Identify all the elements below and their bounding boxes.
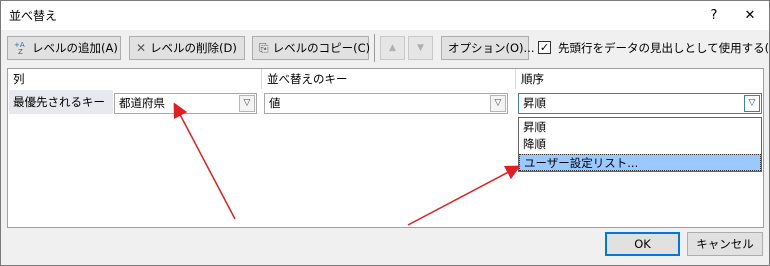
- sort-on-select-value: 値: [269, 96, 281, 110]
- title-bar: 並べ替え ? ✕: [1, 1, 769, 30]
- order-option-custom-list[interactable]: ユーザー設定リスト...: [519, 154, 761, 171]
- order-dropdown-list: 昇順 降順 ユーザー設定リスト...: [518, 117, 762, 172]
- copy-icon: ⎘: [259, 40, 269, 55]
- checkmark-icon: ✓: [539, 41, 550, 54]
- column-header: 列: [13, 72, 25, 86]
- copy-level-button[interactable]: ⎘ レベルのコピー(C): [252, 36, 371, 60]
- svg-text:Z: Z: [18, 48, 23, 54]
- sort-level-label: 最優先されるキー: [9, 90, 113, 114]
- move-down-icon: ▼: [417, 43, 424, 53]
- ok-button[interactable]: OK: [605, 232, 680, 256]
- order-select-value: 昇順: [523, 96, 546, 110]
- options-label: オプション(O)...: [448, 41, 535, 55]
- cancel-button[interactable]: キャンセル: [687, 232, 763, 256]
- chevron-down-icon[interactable]: ▽: [490, 95, 506, 112]
- sort-on-select[interactable]: 値 ▽: [264, 93, 508, 114]
- sort-dialog: 並べ替え ? ✕ +A Z レベルの追加(A) ✕ レベルの削除(D) ⎘ レベル…: [0, 0, 770, 266]
- copy-level-label: レベルのコピー(C): [272, 41, 371, 55]
- move-up-icon: ▲: [389, 43, 396, 53]
- move-down-button[interactable]: ▼: [408, 36, 433, 60]
- options-button[interactable]: オプション(O)...: [441, 36, 535, 60]
- dialog-title: 並べ替え: [9, 9, 58, 23]
- delete-level-label: レベルの削除(D): [150, 41, 237, 55]
- column-select-value: 都道府県: [119, 96, 165, 110]
- toolbar-separator: [374, 34, 375, 62]
- help-button[interactable]: ?: [696, 1, 732, 30]
- delete-level-button[interactable]: ✕ レベルの削除(D): [129, 36, 245, 60]
- move-up-button[interactable]: ▲: [380, 36, 405, 60]
- add-level-icon: +A Z: [14, 40, 28, 57]
- chevron-down-icon[interactable]: ▽: [239, 95, 255, 112]
- sort-on-header: 並べ替えのキー: [267, 72, 348, 86]
- column-select[interactable]: 都道府県 ▽: [114, 93, 257, 114]
- order-option-ascending[interactable]: 昇順: [519, 119, 761, 136]
- add-level-label: レベルの追加(A): [32, 41, 118, 55]
- add-level-button[interactable]: +A Z レベルの追加(A): [7, 36, 121, 60]
- header-row-checkbox-label: 先頭行をデータの見出しとして使用する(H): [558, 41, 770, 55]
- order-option-descending[interactable]: 降順: [519, 136, 761, 153]
- delete-icon: ✕: [136, 41, 147, 55]
- chevron-down-icon[interactable]: ▽: [744, 95, 760, 112]
- header-row-checkbox[interactable]: ✓: [538, 41, 551, 54]
- order-select[interactable]: 昇順 ▽: [518, 93, 762, 114]
- order-header: 順序: [521, 72, 544, 86]
- close-button[interactable]: ✕: [732, 1, 768, 30]
